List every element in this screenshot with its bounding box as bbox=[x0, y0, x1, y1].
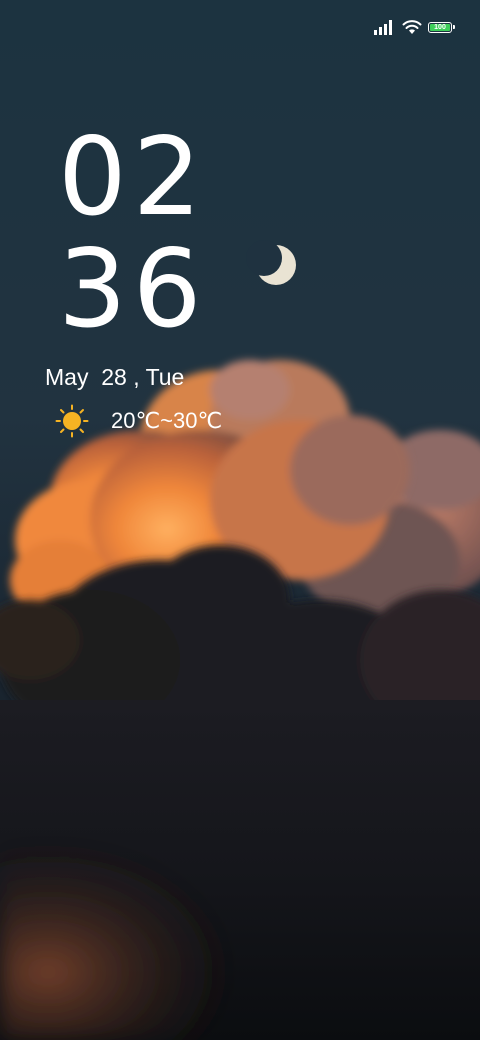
battery-level: 100 bbox=[430, 23, 450, 31]
signal-icon bbox=[374, 20, 392, 35]
clock-minute: 36 bbox=[58, 227, 208, 352]
weather-widget: 20℃~30℃ bbox=[55, 404, 222, 438]
weather-temperature: 20℃~30℃ bbox=[111, 408, 223, 433]
lockscreen-date: May 28 , Tue bbox=[45, 364, 185, 390]
sun-icon bbox=[55, 404, 89, 438]
status-bar: 100 bbox=[374, 14, 455, 40]
clock-hour: 02 bbox=[58, 115, 208, 240]
lockscreen-clock: 02 36 bbox=[58, 122, 207, 346]
wifi-icon bbox=[402, 20, 422, 34]
battery-icon: 100 bbox=[428, 21, 455, 33]
